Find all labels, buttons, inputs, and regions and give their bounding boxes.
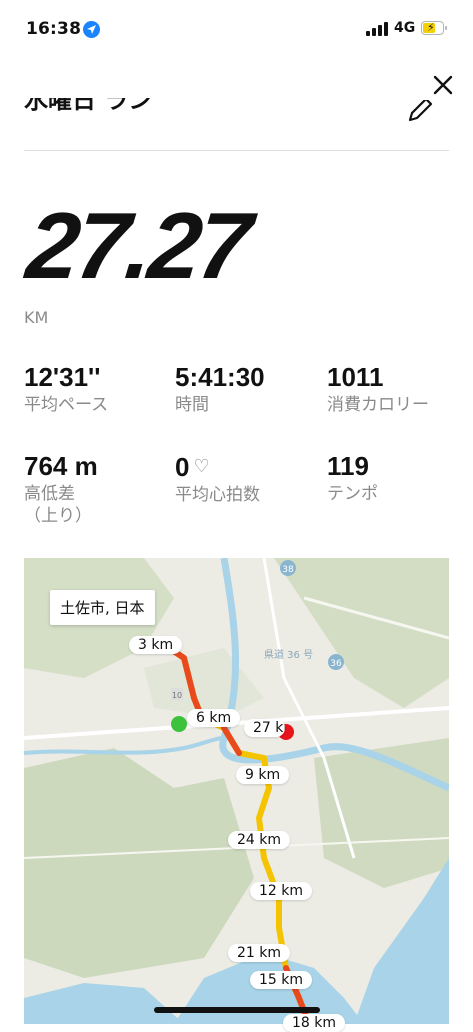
stat-cadence: 119 テンポ xyxy=(327,451,467,505)
total-distance: 27.27 xyxy=(22,193,254,298)
location-arrow-icon xyxy=(83,21,100,38)
network-type: 4G xyxy=(394,20,416,36)
status-bar: 16:38 4G ⚡ xyxy=(0,0,473,60)
stat-label: 平均心拍数 xyxy=(175,485,260,505)
close-icon xyxy=(433,75,453,95)
stat-elevation-gain: 764 m 高低差 （上り） xyxy=(24,451,164,527)
stat-sublabel: （上り） xyxy=(24,506,92,526)
stat-value: 119 xyxy=(327,451,369,481)
km-marker: 9 km xyxy=(236,766,290,784)
svg-text:38: 38 xyxy=(282,565,294,575)
road-label: 県道 36 号 xyxy=(264,648,313,661)
km-marker: 27 km xyxy=(244,719,285,737)
distance-unit: KM xyxy=(24,308,49,327)
svg-text:36: 36 xyxy=(330,659,342,669)
close-button[interactable] xyxy=(430,72,456,98)
stat-label: 平均ペース xyxy=(24,395,109,415)
map-location-label: 土佐市, 日本 xyxy=(50,590,155,625)
stat-calories: 1011 消費カロリー xyxy=(327,362,467,416)
stat-label: 時間 xyxy=(175,395,209,415)
stat-value: 5:41:30 xyxy=(175,362,265,392)
route-badge: 10 xyxy=(171,688,183,700)
stat-average-pace: 12'31'' 平均ペース xyxy=(24,362,164,416)
stat-heart-rate: 0 ♡ 平均心拍数 xyxy=(175,451,315,506)
route-badge: 36 xyxy=(328,654,344,670)
stat-label: 消費カロリー xyxy=(327,395,429,415)
header-divider xyxy=(24,150,449,151)
route-badge: 38 xyxy=(280,560,296,576)
stat-value: 0 ♡ xyxy=(175,452,210,482)
stat-label: テンポ xyxy=(327,484,378,504)
cellular-signal-icon xyxy=(366,22,388,36)
stat-value: 1011 xyxy=(327,362,384,392)
km-marker: 12 km xyxy=(250,882,313,900)
activity-title[interactable]: 水曜日 ラン xyxy=(24,98,204,122)
km-marker: 6 km xyxy=(187,709,241,727)
battery-charging-icon: ⚡ xyxy=(421,21,447,35)
pencil-icon xyxy=(408,100,433,122)
stat-duration: 5:41:30 時間 xyxy=(175,362,315,416)
edit-title-button[interactable] xyxy=(404,100,434,126)
km-marker: 18 km xyxy=(283,1014,346,1032)
svg-text:10: 10 xyxy=(172,691,182,700)
stat-value: 12'31'' xyxy=(24,362,101,392)
status-time: 16:38 xyxy=(26,19,82,39)
heart-icon: ♡ xyxy=(193,456,210,476)
km-marker: 3 km xyxy=(129,636,183,654)
stat-label: 高低差 xyxy=(24,484,75,504)
km-marker: 24 km xyxy=(228,831,291,849)
start-marker xyxy=(171,716,187,732)
km-marker: 15 km xyxy=(250,971,313,989)
home-indicator[interactable] xyxy=(154,1007,320,1013)
km-marker: 21 km xyxy=(228,944,291,962)
stat-value: 764 m xyxy=(24,451,98,481)
